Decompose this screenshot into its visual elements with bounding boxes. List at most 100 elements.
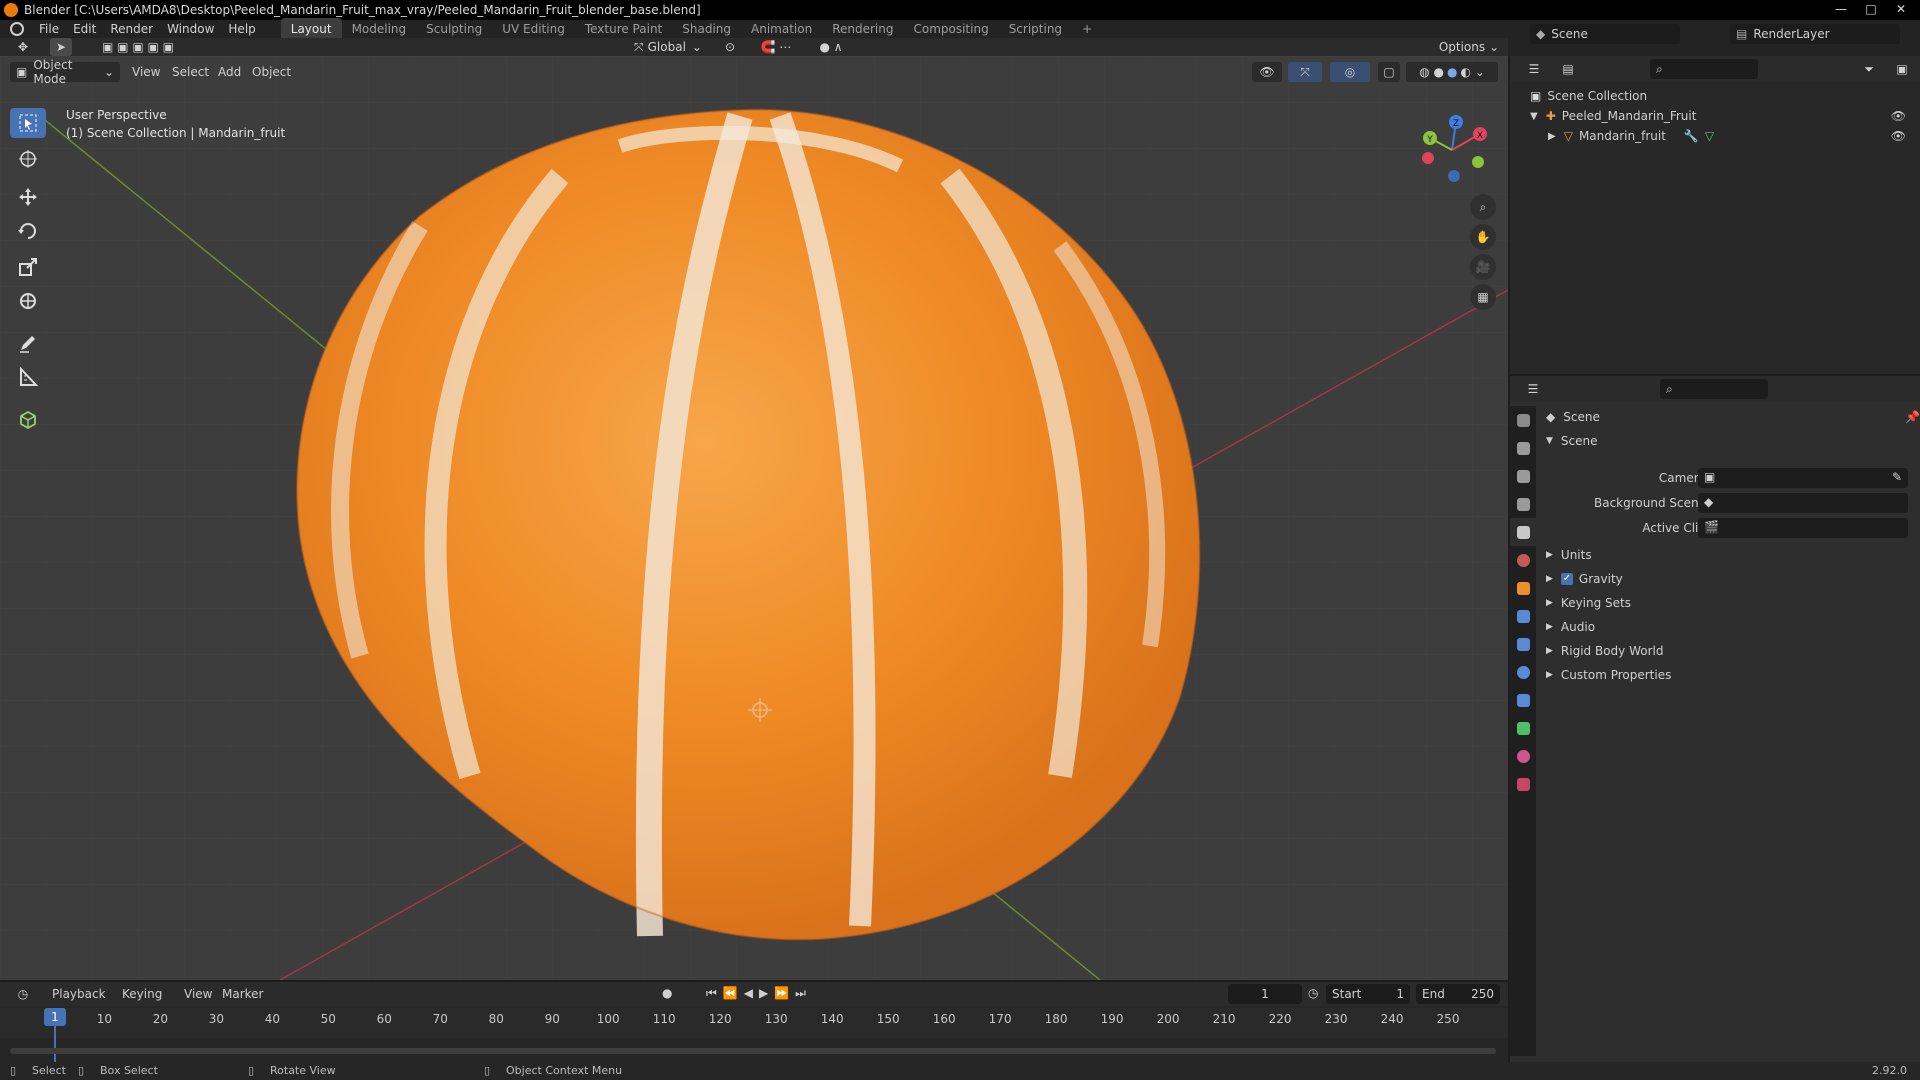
timeline-editor-type-icon[interactable]: ◷ [8, 984, 38, 1004]
measure-tool[interactable] [10, 362, 46, 392]
gravity-checkbox[interactable]: ✓ [1560, 573, 1573, 585]
snap-button[interactable]: 🧲 ⋯ [750, 38, 802, 56]
viewport-menu-add[interactable]: Add [218, 65, 241, 79]
scene-selector[interactable]: ◆ Scene [1530, 24, 1680, 44]
visibility-toggle-icon[interactable]: 👁 [1252, 62, 1282, 82]
menu-help[interactable]: Help [221, 18, 262, 40]
tool-tab-icon[interactable] [1510, 406, 1536, 434]
transform-orientation-dropdown[interactable]: ⤧ Global ⌄ [628, 38, 708, 56]
tab-uv-editing[interactable]: UV Editing [492, 18, 575, 40]
camera-field[interactable]: ▣ ✎ [1698, 468, 1908, 488]
tab-sculpting[interactable]: Sculpting [416, 18, 492, 40]
tab-layout[interactable]: Layout [280, 18, 342, 40]
output-tab-icon[interactable] [1510, 462, 1536, 490]
overlays-toggle-icon[interactable]: ◎ [1330, 62, 1370, 82]
custom-properties-panel-header[interactable]: ▶ Custom Properties [1546, 664, 1671, 686]
current-frame-field[interactable]: 1 [1228, 984, 1302, 1004]
modifier-tab-icon[interactable] [1510, 602, 1536, 630]
menu-render[interactable]: Render [103, 18, 160, 40]
3d-viewport[interactable]: ▣ Object Mode ⌄ View Select Add Object 👁… [0, 56, 1508, 980]
tab-texture-paint[interactable]: Texture Paint [575, 18, 672, 40]
timeline-menu-view[interactable]: View [184, 987, 212, 1001]
view-layer-tab-icon[interactable] [1510, 490, 1536, 518]
texture-tab-icon[interactable] [1510, 770, 1536, 798]
timeline-panel[interactable]: ◷ Playback Keying View Marker ● ⏮⏪◀▶⏩⏭ 1… [0, 982, 1508, 1062]
perspective-toggle-icon[interactable]: ▦ [1470, 284, 1496, 310]
material-tab-icon[interactable] [1510, 742, 1536, 770]
selection-mode-icons[interactable]: ▣ ▣ ▣ ▣ ▣ [90, 38, 186, 56]
world-tab-icon[interactable] [1510, 546, 1536, 574]
filter-icon[interactable]: ⏷ [1854, 59, 1884, 79]
properties-editor-type-icon[interactable]: ☰ [1518, 379, 1548, 399]
display-mode-icon[interactable]: ▤ [1554, 59, 1582, 79]
end-frame-field[interactable]: End 250 [1416, 984, 1500, 1004]
outliner-row-scene-collection[interactable]: ▣ Scene Collection [1530, 86, 1647, 106]
tab-modeling[interactable]: Modeling [342, 18, 417, 40]
camera-view-icon[interactable]: 🎥 [1470, 254, 1496, 280]
select-mode-button[interactable]: ➤ [50, 38, 72, 56]
transform-tool[interactable] [10, 286, 46, 316]
renderlayer-selector[interactable]: ▤ RenderLayer [1730, 24, 1900, 44]
menu-window[interactable]: Window [160, 18, 221, 40]
active-clip-field[interactable]: 🎬 [1698, 518, 1908, 538]
outliner-editor-type-icon[interactable]: ☰ [1520, 59, 1548, 79]
pan-hand-icon[interactable]: ✋ [1470, 224, 1496, 250]
xray-toggle-icon[interactable]: ▢ [1378, 62, 1400, 82]
outliner-search-input[interactable]: ⌕ [1650, 59, 1758, 79]
outliner-row-mandarin-fruit[interactable]: ▶ ▽ Mandarin_fruit 🔧 ▽ 👁 [1530, 126, 1920, 146]
pivot-point-button[interactable]: ⊙ [716, 38, 744, 56]
rigid-body-world-panel-header[interactable]: ▶ Rigid Body World [1546, 640, 1663, 662]
tab-compositing[interactable]: Compositing [903, 18, 998, 40]
timeline-menu-playback[interactable]: Playback [52, 987, 106, 1001]
close-icon[interactable]: ✕ [1886, 0, 1916, 20]
add-cube-tool[interactable] [10, 404, 46, 434]
eye-icon[interactable]: 👁 [1891, 129, 1906, 143]
playhead-marker[interactable]: 1 [44, 1008, 66, 1026]
tab-animation[interactable]: Animation [741, 18, 822, 40]
options-button[interactable]: Options ⌄ [1438, 38, 1500, 56]
tab-shading[interactable]: Shading [672, 18, 741, 40]
timeline-menu-marker[interactable]: Marker [222, 987, 263, 1001]
constraints-tab-icon[interactable] [1510, 686, 1536, 714]
audio-panel-header[interactable]: ▶ Audio [1546, 616, 1595, 638]
scale-tool[interactable] [10, 252, 46, 282]
gizmo-toggle-icon[interactable]: ⤧ [1288, 62, 1322, 82]
maximize-icon[interactable]: □ [1856, 0, 1886, 20]
tab-scripting[interactable]: Scripting [999, 18, 1072, 40]
scene-panel-header[interactable]: ▼ Scene [1546, 430, 1598, 452]
viewport-menu-object[interactable]: Object [252, 65, 291, 79]
properties-search-input[interactable]: ⌕ [1660, 379, 1768, 399]
new-collection-icon[interactable]: ▣ [1890, 59, 1914, 79]
object-mode-dropdown[interactable]: ▣ Object Mode ⌄ [10, 58, 120, 86]
record-icon[interactable]: ● [662, 986, 672, 1000]
menu-edit[interactable]: Edit [66, 18, 103, 40]
timeline-menu-keying[interactable]: Keying [122, 987, 162, 1001]
timeline-scrollbar[interactable] [10, 1048, 1496, 1054]
scene-tab-icon[interactable] [1510, 518, 1536, 546]
playback-controls-icon[interactable]: ⏮⏪◀▶⏩⏭ [706, 986, 812, 1001]
tab-rendering[interactable]: Rendering [822, 18, 903, 40]
navigation-gizmo[interactable]: Z X Y [1416, 112, 1488, 184]
eyedropper-icon[interactable]: ✎ [1892, 470, 1902, 484]
menu-file[interactable]: File [32, 18, 66, 40]
zoom-icon[interactable]: ⌕ [1470, 194, 1496, 220]
start-frame-field[interactable]: Start 1 [1326, 984, 1410, 1004]
data-tab-icon[interactable] [1510, 714, 1536, 742]
modifier-wrench-icon[interactable]: 🔧 [1684, 129, 1699, 143]
units-panel-header[interactable]: ▶ Units [1546, 544, 1592, 566]
gravity-panel-header[interactable]: ▶ ✓ Gravity [1546, 568, 1623, 590]
viewport-menu-view[interactable]: View [132, 65, 160, 79]
pin-icon[interactable]: 📌 [1905, 410, 1920, 424]
background-scene-field[interactable]: ◆ [1698, 493, 1908, 513]
move-tool[interactable] [10, 182, 46, 212]
minimize-icon[interactable]: — [1826, 0, 1856, 20]
proportional-edit-button[interactable]: ● ∧ [808, 38, 854, 56]
cursor-tool[interactable] [10, 144, 46, 174]
keying-sets-panel-header[interactable]: ▶ Keying Sets [1546, 592, 1631, 614]
particles-tab-icon[interactable] [1510, 630, 1536, 658]
eye-icon[interactable]: 👁 [1891, 109, 1906, 123]
rotate-tool[interactable] [10, 216, 46, 246]
add-workspace-button[interactable]: + [1072, 18, 1102, 40]
select-box-tool[interactable] [10, 108, 46, 138]
mesh-data-icon[interactable]: ▽ [1705, 129, 1714, 143]
